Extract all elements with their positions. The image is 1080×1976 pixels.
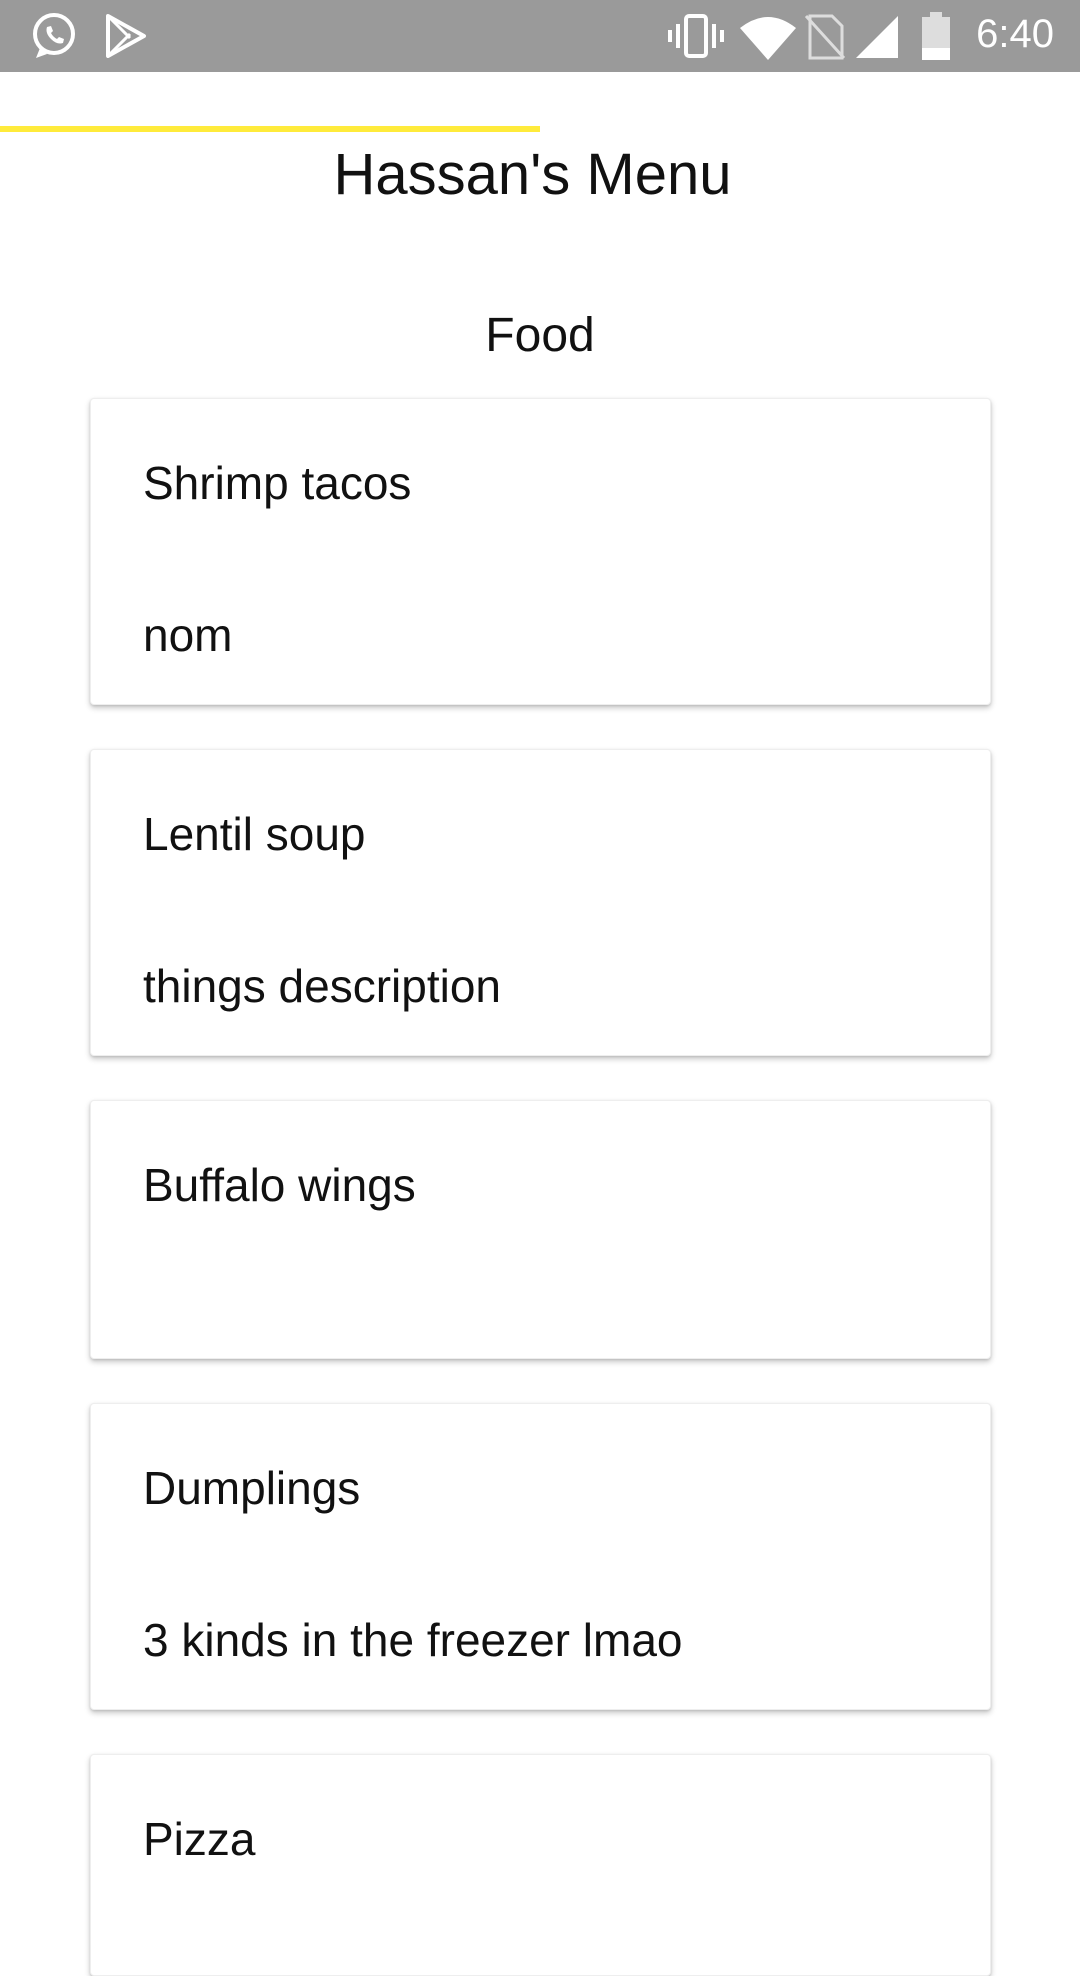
menu-item-name: Lentil soup [143,808,366,860]
vibrate-icon [668,12,724,65]
menu-item-name: Dumplings [143,1462,361,1514]
whatsapp-icon [28,10,80,67]
menu-item-description: 3 kinds in the freezer lmao [143,1614,683,1666]
menu-item-card[interactable]: Buffalo wings [90,1100,991,1359]
menu-item-description: things description [143,960,501,1012]
cell-signal-icon [856,16,898,63]
section-title-food: Food [485,309,595,362]
menu-item-name: Pizza [143,1813,256,1865]
page-title: Hassan's Menu [333,142,732,207]
menu-item-card[interactable]: Shrimp tacos nom [90,398,991,705]
status-bar: 6:40 [0,0,1080,72]
battery-icon [920,12,952,65]
loading-progress-bar [0,126,1080,132]
menu-item-card[interactable]: Dumplings 3 kinds in the freezer lmao [90,1403,991,1710]
menu-item-name: Buffalo wings [143,1159,416,1211]
play-store-icon [104,14,148,63]
menu-item-card[interactable]: Pizza [90,1754,991,1976]
loading-progress-fill [0,126,540,132]
menu-item-name: Shrimp tacos [143,457,412,509]
menu-item-card[interactable]: Lentil soup things description [90,749,991,1056]
menu-item-description: nom [143,609,233,661]
wifi-icon [740,16,796,65]
no-sim-icon [804,14,846,65]
status-time: 6:40 [976,12,1054,56]
